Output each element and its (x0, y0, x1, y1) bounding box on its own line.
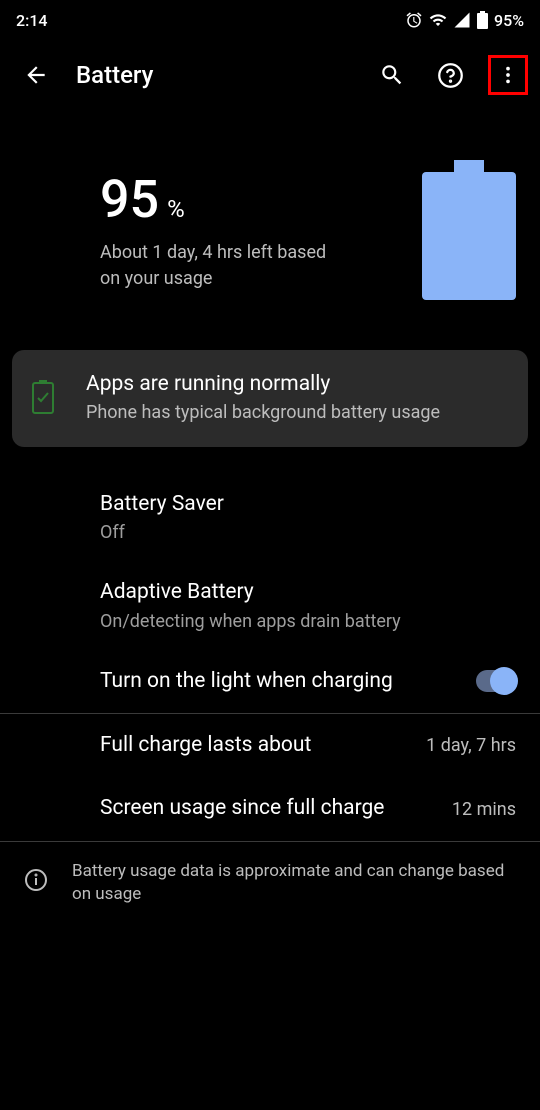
percent-symbol: % (167, 195, 185, 223)
item-title: Screen usage since full charge (100, 795, 436, 822)
full-charge-item[interactable]: Full charge lasts about 1 day, 7 hrs (0, 714, 540, 777)
page-title: Battery (76, 61, 372, 89)
battery-estimate: About 1 day, 4 hrs left based on your us… (100, 240, 330, 290)
item-title: Adaptive Battery (100, 579, 516, 606)
item-value: 12 mins (452, 799, 516, 820)
wifi-icon (429, 11, 447, 29)
card-body: Apps are running normally Phone has typi… (86, 372, 440, 425)
battery-saver-item[interactable]: Battery Saver Off (0, 473, 540, 561)
help-icon (437, 62, 464, 89)
footer-text: Battery usage data is approximate and ca… (72, 860, 516, 908)
status-right: 95% (405, 11, 524, 30)
list-text: Screen usage since full charge (100, 795, 436, 822)
item-title: Battery Saver (100, 491, 516, 518)
footer-note: Battery usage data is approximate and ca… (0, 842, 540, 926)
adaptive-battery-item[interactable]: Adaptive Battery On/detecting when apps … (0, 561, 540, 649)
battery-ok-icon (32, 380, 54, 418)
help-button[interactable] (430, 55, 470, 95)
list-text: Full charge lasts about (100, 732, 410, 759)
info-icon (24, 868, 48, 900)
back-arrow-icon (23, 62, 49, 88)
item-value: 1 day, 7 hrs (426, 735, 516, 756)
battery-pct-text: 95% (494, 11, 524, 30)
light-when-charging-item[interactable]: Turn on the light when charging (0, 650, 540, 713)
back-button[interactable] (12, 51, 60, 99)
card-title: Apps are running normally (86, 372, 440, 396)
status-bar: 2:14 95% (0, 0, 540, 40)
list-text: Turn on the light when charging (100, 668, 460, 695)
more-vert-icon (497, 64, 519, 86)
app-bar: Battery (0, 40, 540, 110)
app-bar-actions (372, 55, 528, 95)
alarm-icon (405, 11, 423, 29)
status-time: 2:14 (16, 11, 48, 30)
battery-percentage: 95 (100, 169, 159, 230)
item-title: Turn on the light when charging (100, 668, 460, 695)
item-subtitle: On/detecting when apps drain battery (100, 611, 516, 632)
list-text: Adaptive Battery On/detecting when apps … (100, 579, 516, 631)
item-subtitle: Off (100, 522, 516, 543)
card-subtitle: Phone has typical background battery usa… (86, 400, 440, 425)
list-text: Battery Saver Off (100, 491, 516, 543)
item-title: Full charge lasts about (100, 732, 410, 759)
search-button[interactable] (372, 55, 412, 95)
screen-usage-item[interactable]: Screen usage since full charge 12 mins (0, 777, 540, 840)
signal-icon (453, 11, 471, 29)
percentage-line: 95 % (100, 169, 382, 230)
battery-large-icon (422, 160, 516, 300)
summary-text: 95 % About 1 day, 4 hrs left based on yo… (100, 169, 382, 290)
battery-status-icon (477, 11, 488, 29)
apps-status-card[interactable]: Apps are running normally Phone has typi… (12, 350, 528, 447)
battery-summary[interactable]: 95 % About 1 day, 4 hrs left based on yo… (0, 110, 540, 350)
search-icon (379, 62, 405, 88)
light-toggle[interactable] (476, 670, 516, 692)
overflow-menu-button[interactable] (488, 55, 528, 95)
